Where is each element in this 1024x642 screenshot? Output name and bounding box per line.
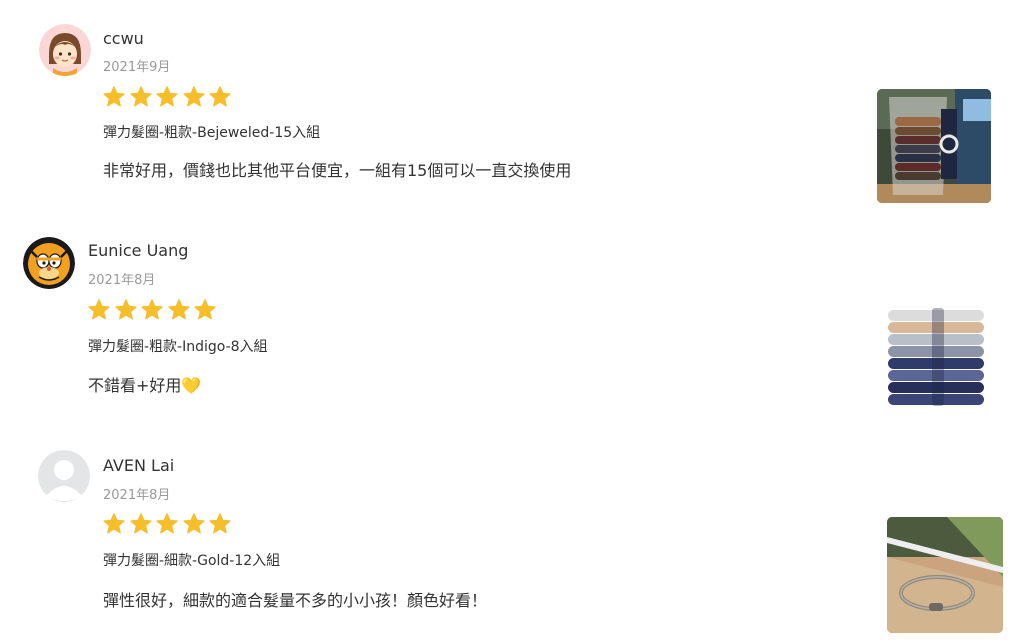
star-icon (155, 512, 179, 536)
reviewer-avatar (38, 450, 90, 502)
star-icon (129, 512, 153, 536)
review-photo[interactable] (887, 517, 1003, 633)
review-date: 2021年8月 (103, 488, 171, 503)
star-icon (182, 512, 206, 536)
review-item: AVEN Lai 2021年8月 彈力髮圈-細款-Gold-12入組 彈性很好，… (0, 0, 1024, 642)
product-variant: 彈力髮圈-細款-Gold-12入組 (103, 553, 281, 569)
reviewer-name: AVEN Lai (103, 456, 175, 475)
star-icon (102, 512, 126, 536)
review-comment: 彈性很好，細款的適合髮量不多的小小孩！顏色好看！ (103, 591, 488, 610)
star-icon (208, 512, 232, 536)
star-rating (102, 512, 235, 536)
